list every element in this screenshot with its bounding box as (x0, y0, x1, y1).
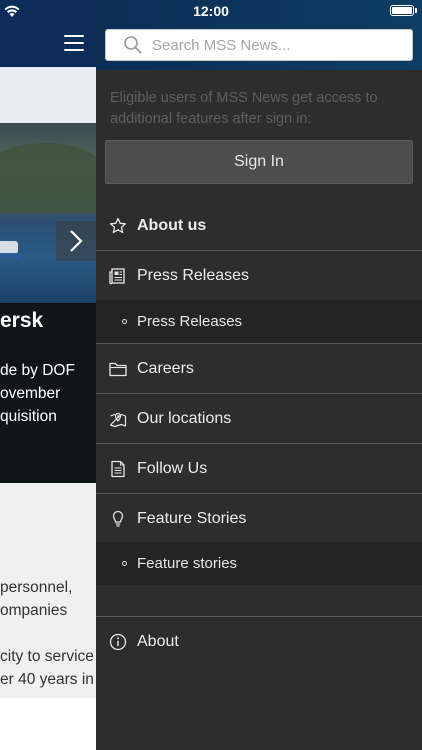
sign-in-button[interactable]: Sign In (105, 140, 413, 184)
menu-label: Our locations (137, 410, 232, 427)
hero-ship-hull (0, 253, 22, 259)
document-icon (111, 460, 125, 478)
menu-label: Press Releases (137, 267, 250, 284)
hero-title: ersk (0, 309, 44, 332)
signin-note: Eligible users of MSS News get access to… (110, 90, 378, 127)
hero-text-line: de by DOF (0, 362, 75, 379)
map-pin-icon (109, 412, 127, 428)
menu-label: About us (137, 217, 207, 234)
bullet-icon (122, 561, 127, 566)
folder-icon (109, 362, 127, 377)
newspaper-icon (109, 268, 125, 285)
chevron-right-icon (70, 230, 83, 252)
menu-label: Feature Stories (137, 510, 247, 527)
info-icon (109, 633, 127, 651)
carousel-next-button[interactable] (56, 221, 96, 261)
article-text-line: personnel, (0, 579, 73, 596)
article-text-line: er 40 years in (0, 671, 94, 688)
lightbulb-icon (112, 510, 124, 527)
hero-text: de by DOF ovember quisition (0, 359, 75, 428)
status-time: 12:00 (193, 3, 229, 19)
hero-text-line: quisition (0, 408, 57, 425)
submenu-item-press-releases[interactable]: Press Releases (96, 300, 422, 343)
battery-tip (415, 8, 417, 13)
menu-item-about-us[interactable]: About us (96, 201, 422, 251)
search-icon (124, 36, 142, 54)
submenu-item-feature-stories[interactable]: Feature stories (96, 542, 422, 585)
article-text-line: ompanies (0, 602, 68, 619)
menu-label: Careers (137, 360, 194, 377)
menu-item-our-locations[interactable]: Our locations (96, 394, 422, 444)
article-text-line: city to service (0, 648, 94, 665)
status-bar: 12:00 (0, 0, 422, 22)
hero-ship (0, 241, 18, 253)
search-input[interactable] (152, 36, 392, 54)
hero-carousel: ersk de by DOF ovember quisition (0, 123, 96, 483)
background-page: ersk de by DOF ovember quisition personn… (0, 0, 96, 750)
hamburger-menu-icon[interactable] (64, 35, 84, 51)
bullet-icon (122, 319, 127, 324)
menu-item-careers[interactable]: Careers (96, 344, 422, 394)
wifi-icon (4, 5, 20, 17)
submenu-label: Feature stories (137, 555, 238, 572)
menu-item-follow-us[interactable]: Follow Us (96, 444, 422, 494)
navigation-drawer: Eligible users of MSS News get access to… (96, 0, 422, 750)
menu-label: About (137, 633, 179, 650)
page-banner (0, 67, 96, 123)
battery-icon (390, 5, 414, 16)
hero-image (0, 123, 96, 303)
menu-item-press-releases[interactable]: Press Releases (96, 251, 422, 301)
search-box[interactable] (105, 29, 413, 61)
hero-hill (0, 143, 96, 213)
menu-label: Follow Us (137, 460, 208, 477)
submenu-label: Press Releases (137, 313, 243, 330)
star-icon (109, 217, 127, 234)
menu-item-feature-stories[interactable]: Feature Stories (96, 494, 422, 544)
menu-item-about[interactable]: About (96, 617, 422, 667)
hero-text-line: ovember (0, 385, 61, 402)
